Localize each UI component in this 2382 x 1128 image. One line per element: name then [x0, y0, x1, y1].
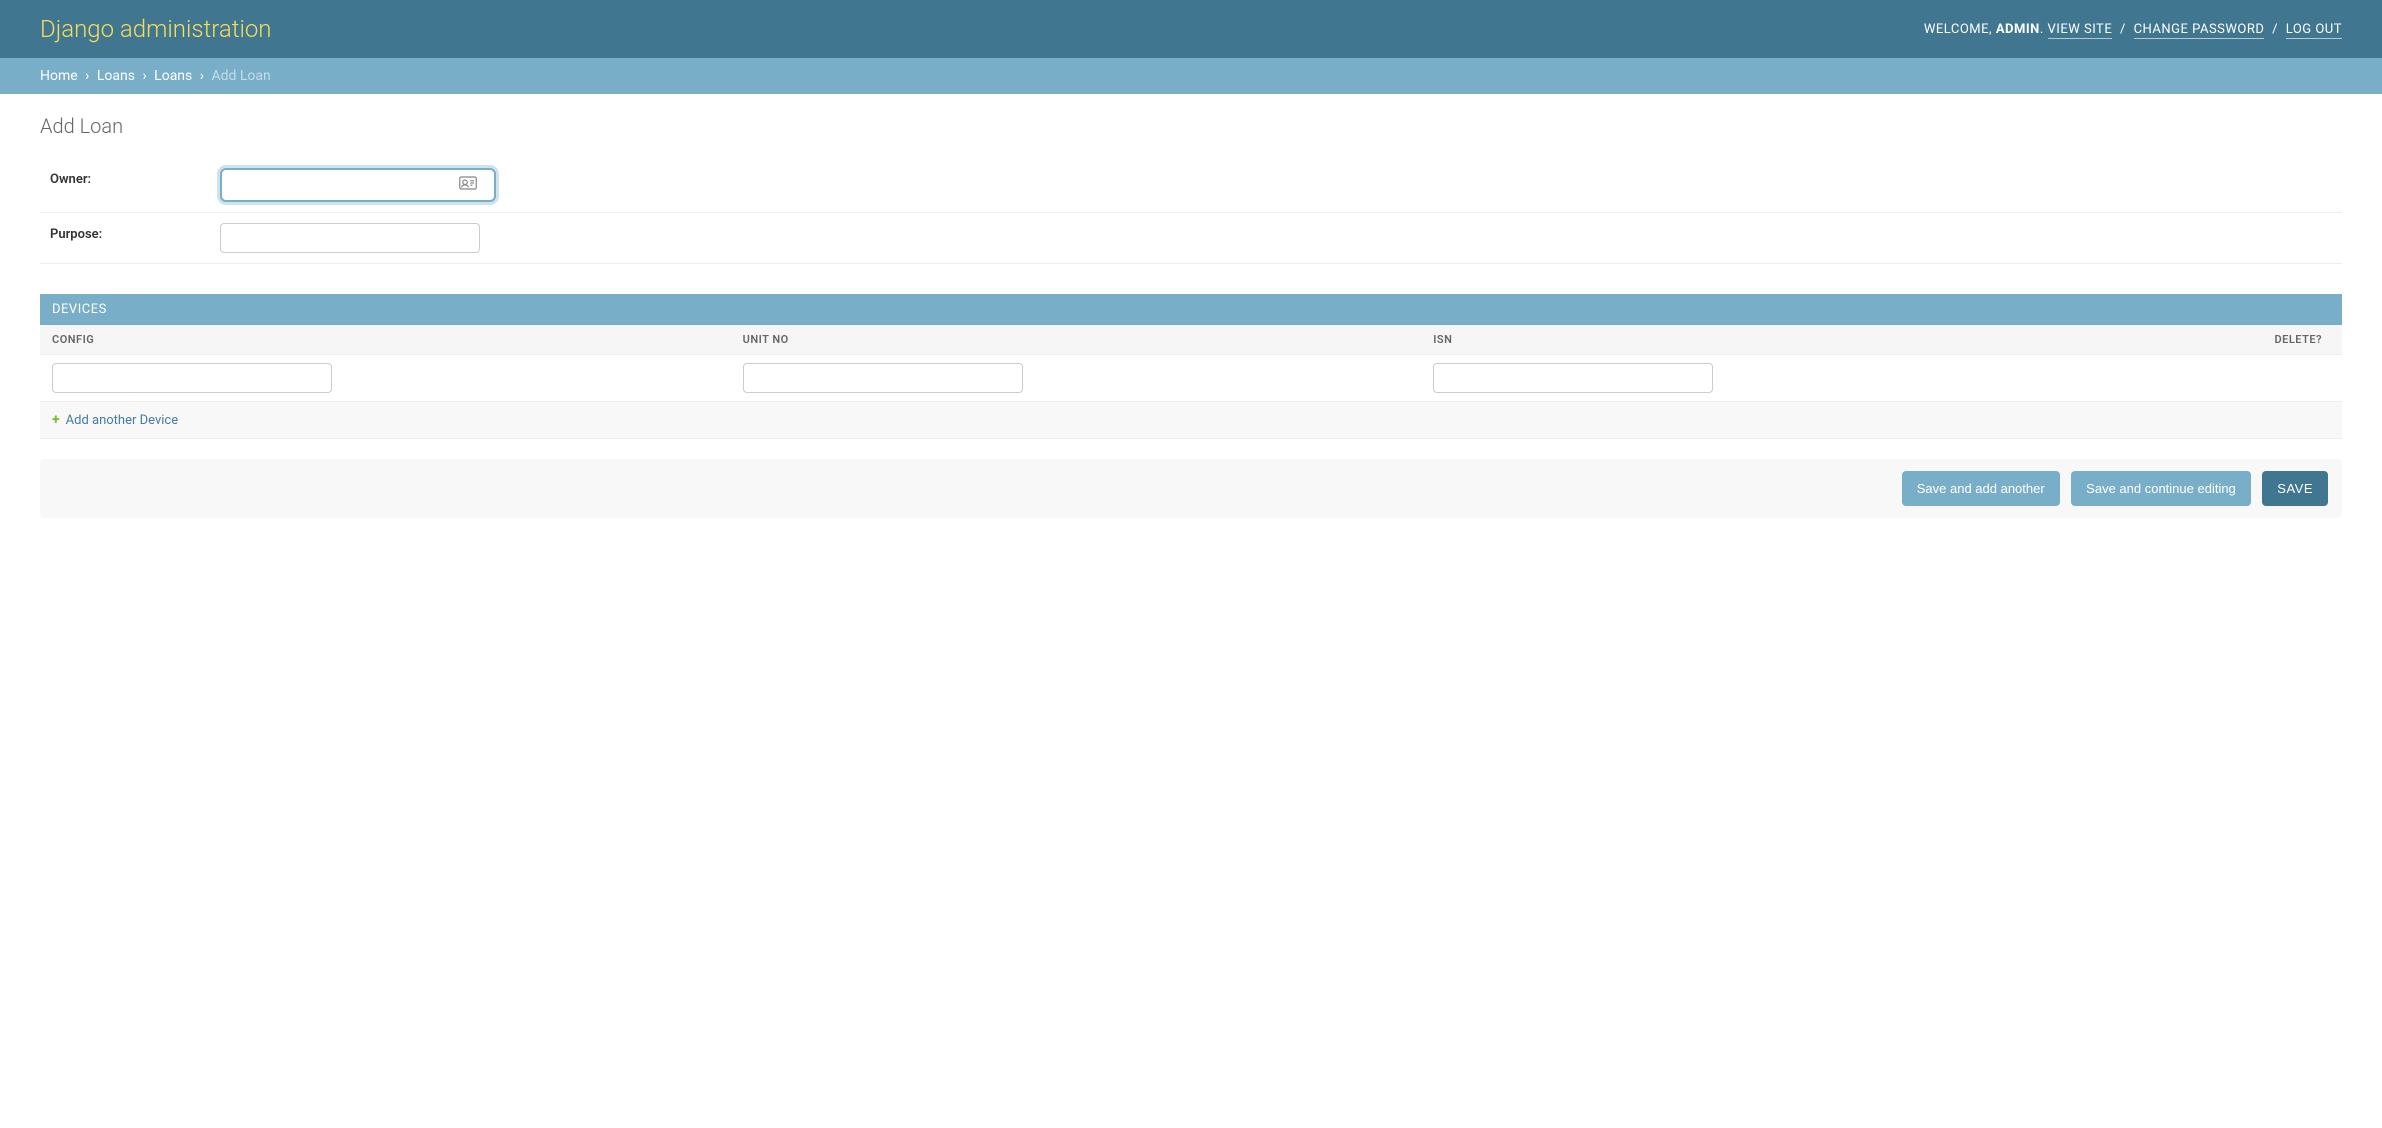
dot: .: [2040, 22, 2044, 37]
submit-row: Save and add another Save and continue e…: [40, 459, 2342, 518]
save-button[interactable]: SAVE: [2262, 471, 2328, 506]
logout-link[interactable]: LOG OUT: [2286, 22, 2342, 39]
device-delete-cell: [2112, 355, 2342, 402]
add-device-row: + Add another Device: [40, 402, 2342, 439]
breadcrumb-app[interactable]: Loans: [97, 68, 135, 84]
devices-header-row: CONFIG UNIT NO ISN DELETE?: [40, 325, 2342, 355]
breadcrumb-sep: ›: [200, 68, 204, 84]
breadcrumb-sep: ›: [142, 68, 146, 84]
devices-inline: DEVICES CONFIG UNIT NO ISN DELETE?: [40, 294, 2342, 439]
device-unit-no-input[interactable]: [743, 363, 1023, 393]
add-another-device-link[interactable]: + Add another Device: [52, 413, 178, 428]
devices-row: [40, 355, 2342, 402]
owner-label: Owner:: [50, 168, 210, 187]
username: ADMIN: [1996, 22, 2040, 37]
view-site-link[interactable]: VIEW SITE: [2048, 22, 2113, 39]
separator: /: [2120, 22, 2126, 37]
breadcrumb-home[interactable]: Home: [40, 68, 78, 84]
form-row-owner: Owner:: [40, 158, 2342, 213]
owner-input[interactable]: [224, 172, 454, 198]
save-continue-button[interactable]: Save and continue editing: [2071, 471, 2251, 506]
site-title: Django administration: [40, 15, 272, 43]
add-loan-form: Owner:: [40, 158, 2342, 518]
devices-inline-title: DEVICES: [40, 294, 2342, 325]
breadcrumb-sep: ›: [85, 68, 89, 84]
col-isn: ISN: [1421, 325, 2112, 355]
purpose-label: Purpose:: [50, 223, 210, 242]
content: Add Loan Owner:: [0, 94, 2382, 538]
col-delete: DELETE?: [2112, 325, 2342, 355]
plus-icon: +: [52, 412, 60, 428]
col-config: CONFIG: [40, 325, 731, 355]
breadcrumbs: Home › Loans › Loans › Add Loan: [0, 58, 2382, 94]
devices-table: CONFIG UNIT NO ISN DELETE?: [40, 325, 2342, 439]
owner-autocomplete[interactable]: [220, 168, 496, 202]
add-another-device-label: Add another Device: [66, 413, 178, 428]
form-row-purpose: Purpose:: [40, 213, 2342, 264]
user-tools: WELCOME, ADMIN. VIEW SITE / CHANGE PASSW…: [1924, 22, 2342, 37]
change-password-link[interactable]: CHANGE PASSWORD: [2134, 22, 2265, 39]
purpose-input[interactable]: [220, 223, 480, 253]
breadcrumb-current: Add Loan: [211, 68, 270, 84]
branding: Django administration: [40, 15, 272, 43]
col-unit-no: UNIT NO: [731, 325, 1422, 355]
device-isn-input[interactable]: [1433, 363, 1713, 393]
separator: /: [2272, 22, 2278, 37]
site-title-link[interactable]: Django administration: [40, 15, 272, 43]
device-config-input[interactable]: [52, 363, 332, 393]
address-card-icon[interactable]: [454, 176, 482, 194]
save-add-another-button[interactable]: Save and add another: [1902, 471, 2060, 506]
welcome-text: WELCOME,: [1924, 22, 1992, 37]
admin-header: Django administration WELCOME, ADMIN. VI…: [0, 0, 2382, 58]
page-title: Add Loan: [40, 114, 2342, 138]
breadcrumb-model[interactable]: Loans: [154, 68, 192, 84]
